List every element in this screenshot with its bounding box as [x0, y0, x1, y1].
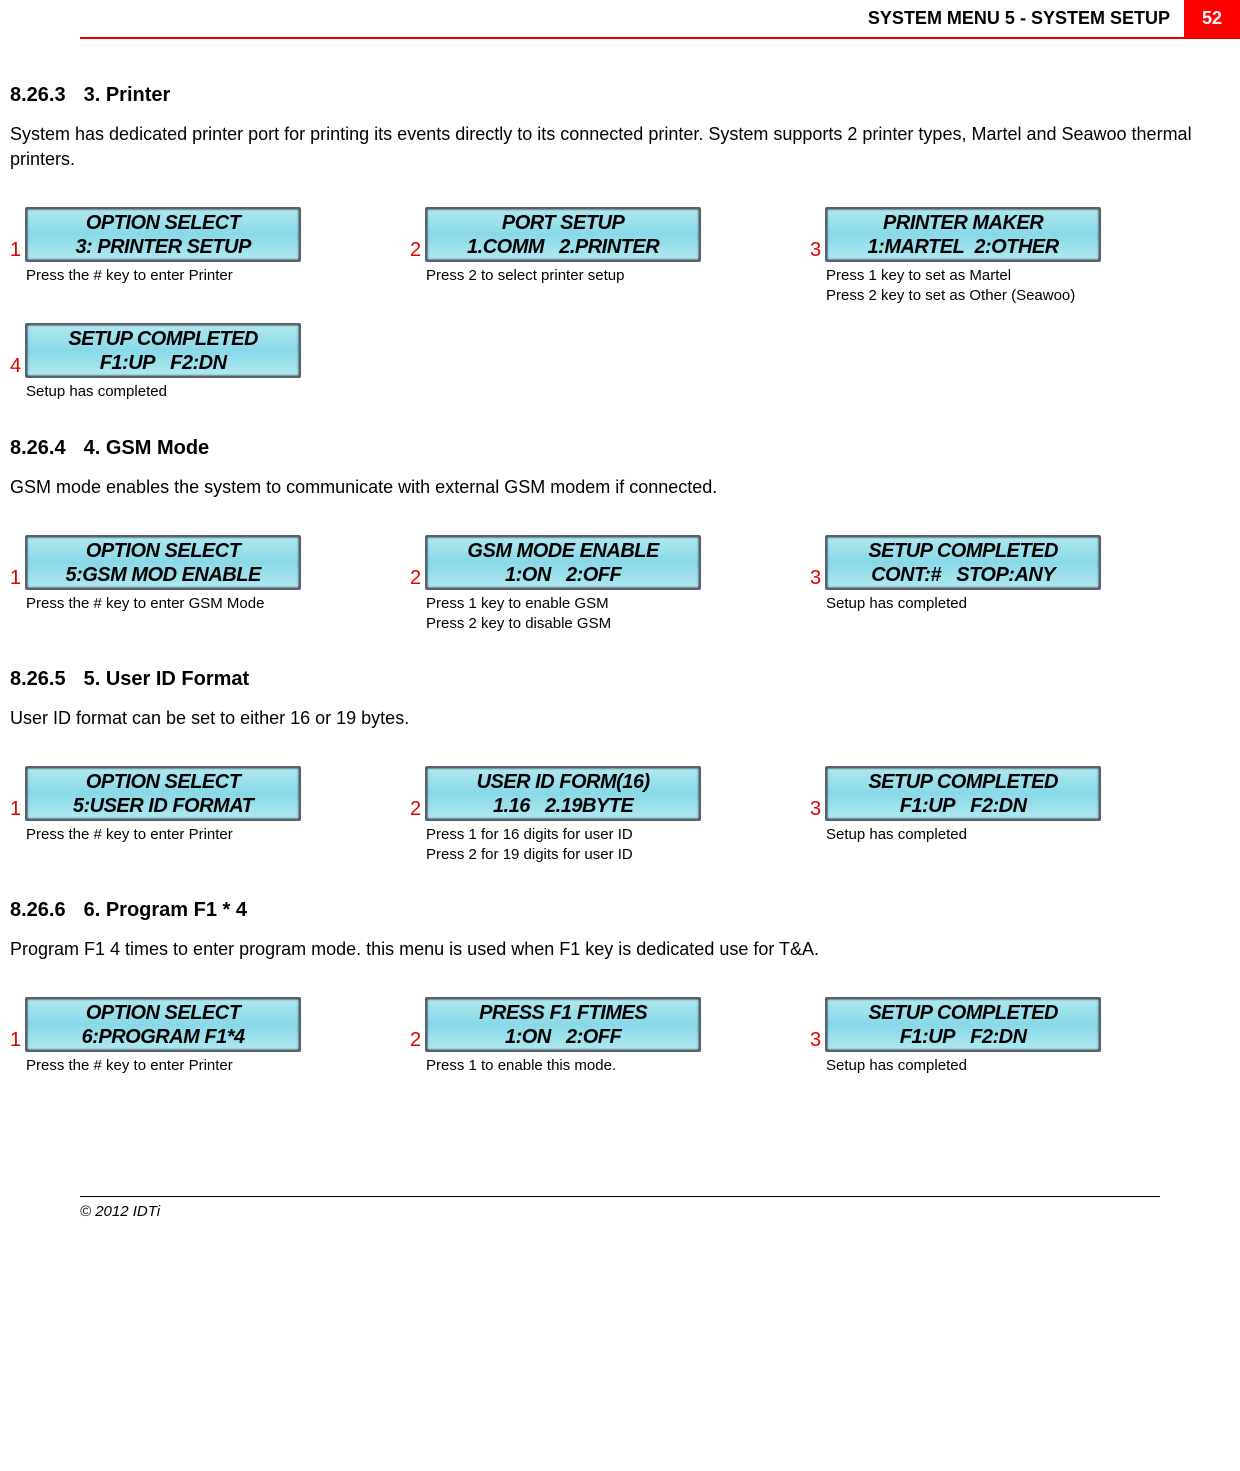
page-content: 8.26.3 3. Printer System has dedicated pr…	[0, 39, 1240, 1076]
section-description: Program F1 4 times to enter program mode…	[10, 937, 1200, 962]
lcd-screen: OPTION SELECT 5:USER ID FORMAT	[25, 766, 301, 821]
section-title: 6. Program F1 * 4	[84, 899, 247, 921]
section-title: 3. Printer	[84, 84, 171, 106]
lcd-screen: SETUP COMPLETED F1:UP F2:DN	[25, 323, 301, 378]
step-number: 1	[10, 240, 21, 262]
section-description: System has dedicated printer port for pr…	[10, 122, 1200, 172]
lcd-line1: PRINTER MAKER	[833, 211, 1093, 235]
step-number: 1	[10, 1030, 21, 1052]
lcd-screen: SETUP COMPLETED F1:UP F2:DN	[825, 997, 1101, 1052]
lcd-line2: 6:PROGRAM F1*4	[33, 1025, 293, 1049]
step-item: 3 PRINTER MAKER 1:MARTEL 2:OTHER Press 1…	[810, 207, 1140, 305]
section-heading: 8.26.3 3. Printer	[10, 84, 1200, 107]
lcd-line2: 1.COMM 2.PRINTER	[433, 235, 693, 259]
step-caption: Setup has completed	[826, 594, 1140, 614]
lcd-line2: 1.16 2.19BYTE	[433, 794, 693, 818]
lcd-line1: PRESS F1 FTIMES	[433, 1001, 693, 1025]
section-number: 8.26.6	[10, 899, 66, 921]
section-title: 5. User ID Format	[84, 668, 250, 690]
section-number: 8.26.5	[10, 668, 66, 690]
step-number: 2	[410, 240, 421, 262]
step-number: 2	[410, 799, 421, 821]
section-description: GSM mode enables the system to communica…	[10, 475, 1200, 500]
lcd-screen: USER ID FORM(16) 1.16 2.19BYTE	[425, 766, 701, 821]
step-number: 3	[810, 1030, 821, 1052]
section-number: 8.26.3	[10, 84, 66, 106]
step-number: 1	[10, 799, 21, 821]
section-title: 4. GSM Mode	[84, 437, 210, 459]
lcd-line2: 1:MARTEL 2:OTHER	[833, 235, 1093, 259]
page-footer: © 2012 IDTi	[80, 1196, 1160, 1220]
step-caption: Press 1 for 16 digits for user IDPress 2…	[426, 825, 740, 864]
step-caption: Press 1 key to set as MartelPress 2 key …	[826, 266, 1140, 305]
lcd-line1: SETUP COMPLETED	[833, 1001, 1093, 1025]
step-item: 3 SETUP COMPLETED F1:UP F2:DN Setup has …	[810, 766, 1140, 864]
section-heading: 8.26.5 5. User ID Format	[10, 668, 1200, 691]
step-caption: Press the # key to enter Printer	[26, 266, 340, 286]
step-caption: Press 1 to enable this mode.	[426, 1056, 740, 1076]
step-caption: Press the # key to enter GSM Mode	[26, 594, 340, 614]
step-item: 3 SETUP COMPLETED CONT:# STOP:ANY Setup …	[810, 535, 1140, 633]
lcd-line1: SETUP COMPLETED	[833, 539, 1093, 563]
step-item: 2 USER ID FORM(16) 1.16 2.19BYTE Press 1…	[410, 766, 740, 864]
step-number: 3	[810, 240, 821, 262]
lcd-line1: SETUP COMPLETED	[833, 770, 1093, 794]
lcd-screen: GSM MODE ENABLE 1:ON 2:OFF	[425, 535, 701, 590]
step-item: 1 OPTION SELECT 5:GSM MOD ENABLE Press t…	[10, 535, 340, 633]
lcd-line2: 5:USER ID FORMAT	[33, 794, 293, 818]
step-number: 1	[10, 568, 21, 590]
lcd-line2: F1:UP F2:DN	[833, 1025, 1093, 1049]
lcd-line1: OPTION SELECT	[33, 539, 293, 563]
step-item: 2 GSM MODE ENABLE 1:ON 2:OFF Press 1 key…	[410, 535, 740, 633]
step-item: 2 PORT SETUP 1.COMM 2.PRINTER Press 2 to…	[410, 207, 740, 305]
step-item: 4 SETUP COMPLETED F1:UP F2:DN Setup has …	[10, 323, 340, 402]
lcd-screen: OPTION SELECT 5:GSM MOD ENABLE	[25, 535, 301, 590]
step-number: 3	[810, 568, 821, 590]
header-title: SYSTEM MENU 5 - SYSTEM SETUP	[854, 0, 1184, 37]
step-caption: Press 1 key to enable GSMPress 2 key to …	[426, 594, 740, 633]
page-number: 52	[1184, 0, 1240, 37]
lcd-line1: USER ID FORM(16)	[433, 770, 693, 794]
step-number: 4	[10, 356, 21, 378]
lcd-screen: PRESS F1 FTIMES 1:ON 2:OFF	[425, 997, 701, 1052]
lcd-line1: OPTION SELECT	[33, 1001, 293, 1025]
step-number: 3	[810, 799, 821, 821]
lcd-line2: 1:ON 2:OFF	[433, 563, 693, 587]
step-number: 2	[410, 1030, 421, 1052]
page-header: SYSTEM MENU 5 - SYSTEM SETUP 52	[80, 0, 1240, 39]
step-caption: Setup has completed	[826, 1056, 1140, 1076]
step-caption: Setup has completed	[26, 382, 340, 402]
lcd-screen: OPTION SELECT 6:PROGRAM F1*4	[25, 997, 301, 1052]
step-item: 1 OPTION SELECT 3: PRINTER SETUP Press t…	[10, 207, 340, 305]
step-item: 1 OPTION SELECT 5:USER ID FORMAT Press t…	[10, 766, 340, 864]
step-caption: Press the # key to enter Printer	[26, 1056, 340, 1076]
lcd-line1: GSM MODE ENABLE	[433, 539, 693, 563]
lcd-screen: PORT SETUP 1.COMM 2.PRINTER	[425, 207, 701, 262]
lcd-line2: 1:ON 2:OFF	[433, 1025, 693, 1049]
step-item: 1 OPTION SELECT 6:PROGRAM F1*4 Press the…	[10, 997, 340, 1076]
lcd-line2: F1:UP F2:DN	[33, 351, 293, 375]
lcd-line2: CONT:# STOP:ANY	[833, 563, 1093, 587]
lcd-screen: SETUP COMPLETED F1:UP F2:DN	[825, 766, 1101, 821]
section-heading: 8.26.4 4. GSM Mode	[10, 437, 1200, 460]
lcd-screen: PRINTER MAKER 1:MARTEL 2:OTHER	[825, 207, 1101, 262]
lcd-line2: 3: PRINTER SETUP	[33, 235, 293, 259]
step-item: 2 PRESS F1 FTIMES 1:ON 2:OFF Press 1 to …	[410, 997, 740, 1076]
step-caption: Press the # key to enter Printer	[26, 825, 340, 845]
step-caption: Press 2 to select printer setup	[426, 266, 740, 286]
lcd-line1: OPTION SELECT	[33, 211, 293, 235]
lcd-screen: OPTION SELECT 3: PRINTER SETUP	[25, 207, 301, 262]
step-number: 2	[410, 568, 421, 590]
lcd-line1: OPTION SELECT	[33, 770, 293, 794]
section-heading: 8.26.6 6. Program F1 * 4	[10, 899, 1200, 922]
section-number: 8.26.4	[10, 437, 66, 459]
lcd-line2: F1:UP F2:DN	[833, 794, 1093, 818]
section-description: User ID format can be set to either 16 o…	[10, 706, 1200, 731]
step-item: 3 SETUP COMPLETED F1:UP F2:DN Setup has …	[810, 997, 1140, 1076]
lcd-line2: 5:GSM MOD ENABLE	[33, 563, 293, 587]
lcd-line1: SETUP COMPLETED	[33, 327, 293, 351]
lcd-screen: SETUP COMPLETED CONT:# STOP:ANY	[825, 535, 1101, 590]
step-caption: Setup has completed	[826, 825, 1140, 845]
lcd-line1: PORT SETUP	[433, 211, 693, 235]
